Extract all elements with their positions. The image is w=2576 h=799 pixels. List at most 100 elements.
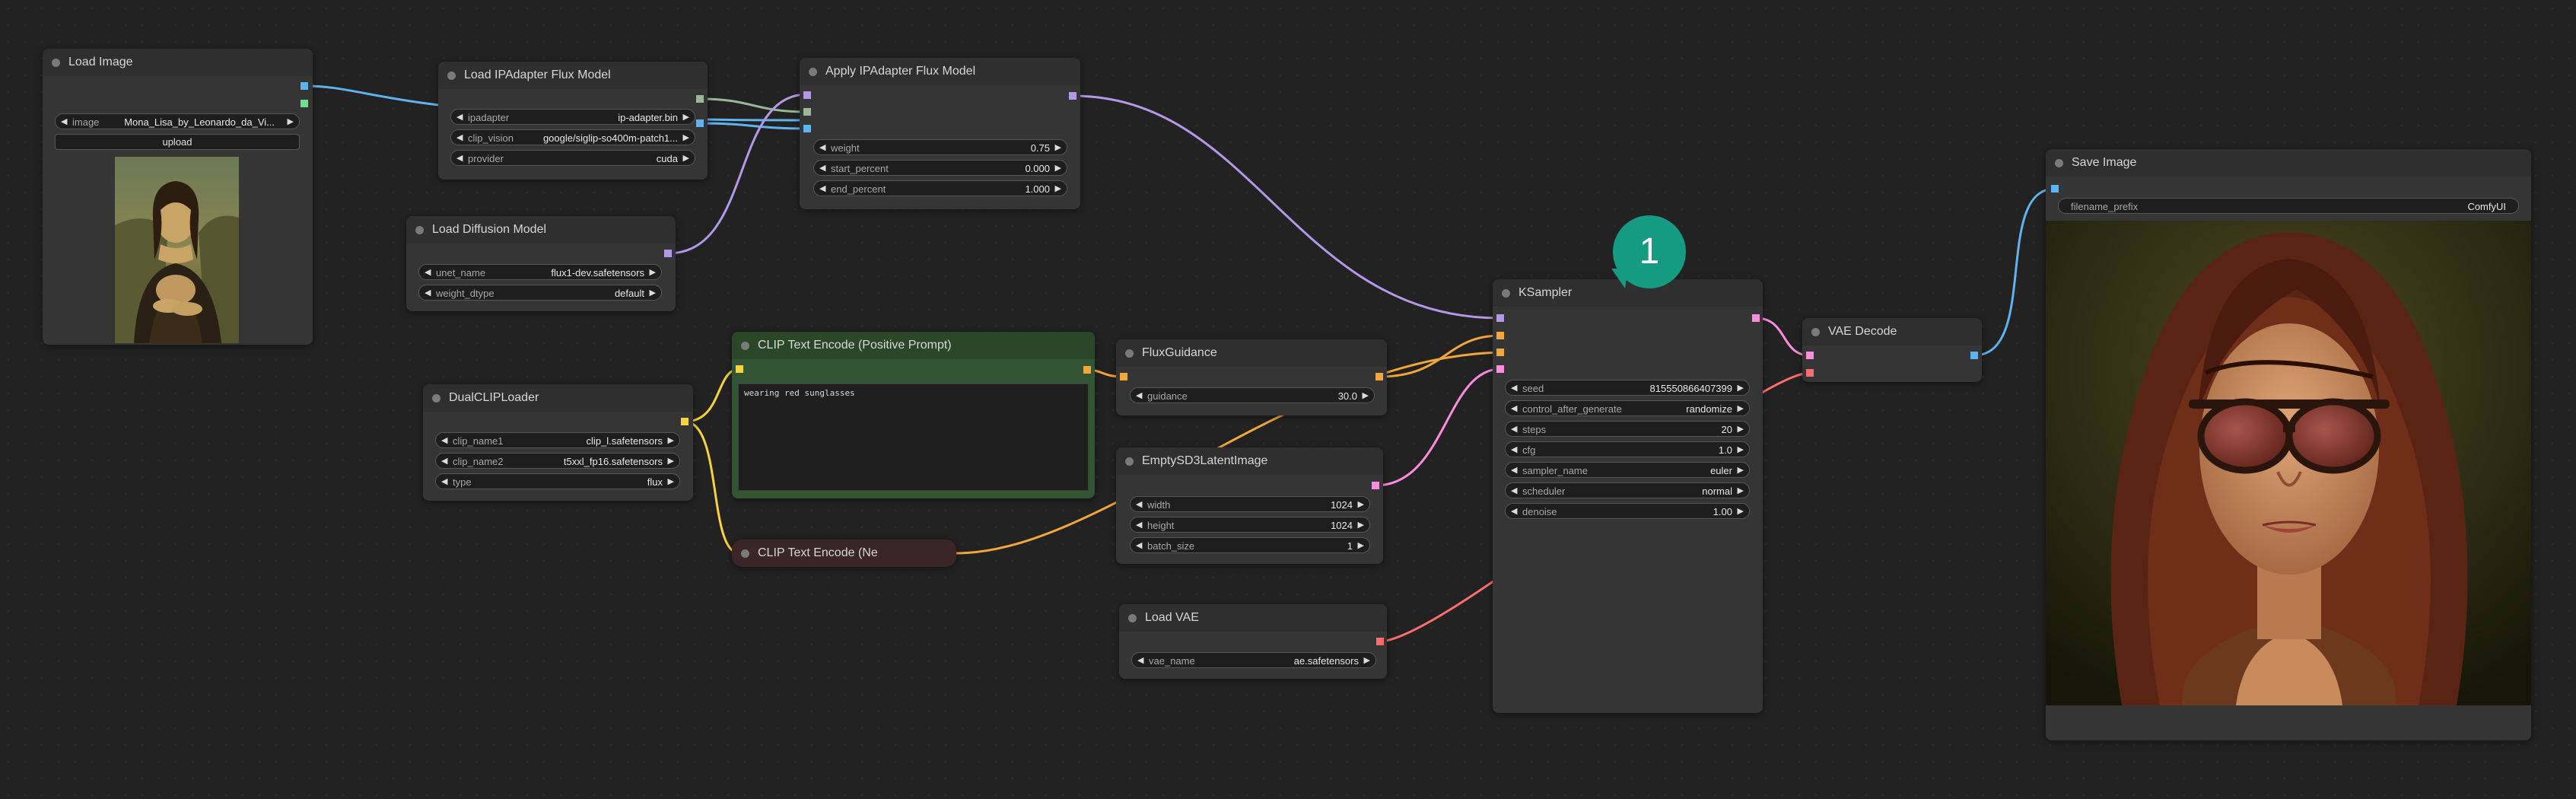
- left-arrow-icon[interactable]: ◀: [1136, 538, 1142, 554]
- collapse-dot-icon[interactable]: [741, 342, 749, 350]
- left-arrow-icon[interactable]: ◀: [1511, 483, 1517, 499]
- right-arrow-icon[interactable]: ▶: [650, 285, 656, 301]
- widget-denoise[interactable]: ◀ denoise 1.00 ▶: [1505, 503, 1750, 519]
- right-arrow-icon[interactable]: ▶: [1358, 538, 1364, 554]
- output-slot-conditioning[interactable]: [1375, 373, 1383, 380]
- right-arrow-icon[interactable]: ▶: [288, 114, 294, 130]
- node-load-vae[interactable]: Load VAE ◀ vae_name ae.safetensors ▶: [1119, 604, 1387, 679]
- left-arrow-icon[interactable]: ◀: [441, 433, 447, 449]
- left-arrow-icon[interactable]: ◀: [1511, 380, 1517, 396]
- node-empty-sd3-latent-image[interactable]: EmptySD3LatentImage ◀ width 1024 ▶ ◀ hei…: [1116, 447, 1383, 564]
- left-arrow-icon[interactable]: ◀: [819, 161, 825, 177]
- left-arrow-icon[interactable]: ◀: [456, 110, 463, 126]
- widget-end-percent[interactable]: ◀ end_percent 1.000 ▶: [813, 180, 1067, 196]
- collapse-dot-icon[interactable]: [809, 68, 817, 76]
- left-arrow-icon[interactable]: ◀: [1136, 497, 1142, 513]
- widget-seed[interactable]: ◀ seed 815550866407399 ▶: [1505, 380, 1750, 396]
- output-slot-clip-vision[interactable]: [696, 119, 704, 127]
- node-dual-clip-loader[interactable]: DualCLIPLoader ◀ clip_name1 clip_l.safet…: [423, 384, 693, 501]
- output-slot-image[interactable]: [301, 82, 308, 90]
- right-arrow-icon[interactable]: ▶: [650, 265, 656, 281]
- left-arrow-icon[interactable]: ◀: [1511, 401, 1517, 417]
- left-arrow-icon[interactable]: ◀: [425, 285, 431, 301]
- output-slot-clip[interactable]: [681, 418, 689, 425]
- widget-clip-name1[interactable]: ◀ clip_name1 clip_l.safetensors ▶: [435, 432, 680, 448]
- widget-width[interactable]: ◀ width 1024 ▶: [1130, 496, 1370, 512]
- node-load-image[interactable]: Load Image ◀ image Mona_Lisa_by_Leonardo…: [43, 49, 313, 345]
- collapse-dot-icon[interactable]: [432, 394, 440, 403]
- left-arrow-icon[interactable]: ◀: [819, 181, 825, 197]
- collapse-dot-icon[interactable]: [1128, 614, 1137, 622]
- right-arrow-icon[interactable]: ▶: [1055, 140, 1061, 156]
- collapse-dot-icon[interactable]: [1811, 328, 1820, 336]
- right-arrow-icon[interactable]: ▶: [683, 110, 689, 126]
- widget-batch-size[interactable]: ◀ batch_size 1 ▶: [1130, 537, 1370, 553]
- output-slot-image[interactable]: [1970, 352, 1978, 359]
- input-slot-positive[interactable]: [1496, 332, 1504, 339]
- right-arrow-icon[interactable]: ▶: [668, 454, 674, 470]
- notification-badge[interactable]: 1: [1613, 215, 1686, 288]
- left-arrow-icon[interactable]: ◀: [1511, 422, 1517, 438]
- input-slot-latent[interactable]: [1496, 365, 1504, 373]
- right-arrow-icon[interactable]: ▶: [1738, 401, 1744, 417]
- widget-vae-name[interactable]: ◀ vae_name ae.safetensors ▶: [1131, 652, 1376, 668]
- collapse-dot-icon[interactable]: [52, 59, 60, 67]
- left-arrow-icon[interactable]: ◀: [441, 474, 447, 490]
- prompt-textarea[interactable]: wearing red sunglasses: [738, 384, 1089, 491]
- widget-ipadapter[interactable]: ◀ ipadapter ip-adapter.bin ▶: [450, 109, 695, 125]
- left-arrow-icon[interactable]: ◀: [1511, 463, 1517, 479]
- right-arrow-icon[interactable]: ▶: [683, 130, 689, 146]
- output-slot-conditioning[interactable]: [1083, 366, 1091, 374]
- right-arrow-icon[interactable]: ▶: [1055, 161, 1061, 177]
- widget-type[interactable]: ◀ type flux ▶: [435, 473, 680, 489]
- collapse-dot-icon[interactable]: [447, 72, 456, 80]
- node-load-diffusion-model[interactable]: Load Diffusion Model ◀ unet_name flux1-d…: [406, 216, 676, 311]
- widget-cfg[interactable]: ◀ cfg 1.0 ▶: [1505, 441, 1750, 457]
- node-vae-decode[interactable]: VAE Decode: [1802, 318, 1982, 382]
- left-arrow-icon[interactable]: ◀: [1136, 388, 1142, 404]
- right-arrow-icon[interactable]: ▶: [683, 151, 689, 167]
- widget-height[interactable]: ◀ height 1024 ▶: [1130, 517, 1370, 533]
- input-slot-samples[interactable]: [1806, 352, 1814, 359]
- widget-provider[interactable]: ◀ provider cuda ▶: [450, 150, 695, 166]
- node-save-image[interactable]: Save Image filename_prefix ComfyUI: [2046, 149, 2531, 740]
- node-load-ipadapter[interactable]: Load IPAdapter Flux Model ◀ ipadapter ip…: [438, 62, 708, 180]
- widget-control-after-generate[interactable]: ◀ control_after_generate randomize ▶: [1505, 400, 1750, 416]
- widget-scheduler[interactable]: ◀ scheduler normal ▶: [1505, 482, 1750, 498]
- input-slot-negative[interactable]: [1496, 349, 1504, 356]
- node-clip-text-encode-negative[interactable]: CLIP Text Encode (Ne: [732, 540, 956, 567]
- input-slot-images[interactable]: [2051, 185, 2059, 193]
- output-slot-ipadapter[interactable]: [696, 95, 704, 103]
- node-flux-guidance[interactable]: FluxGuidance ◀ guidance 30.0 ▶: [1116, 339, 1387, 415]
- node-clip-text-encode-positive[interactable]: CLIP Text Encode (Positive Prompt) weari…: [732, 332, 1095, 498]
- widget-guidance[interactable]: ◀ guidance 30.0 ▶: [1130, 387, 1375, 403]
- collapse-dot-icon[interactable]: [1502, 289, 1510, 298]
- right-arrow-icon[interactable]: ▶: [668, 433, 674, 449]
- right-arrow-icon[interactable]: ▶: [1738, 442, 1744, 458]
- right-arrow-icon[interactable]: ▶: [1738, 422, 1744, 438]
- input-slot-clip[interactable]: [736, 365, 743, 373]
- right-arrow-icon[interactable]: ▶: [1738, 463, 1744, 479]
- right-arrow-icon[interactable]: ▶: [1738, 380, 1744, 396]
- output-slot-latent[interactable]: [1372, 482, 1379, 489]
- right-arrow-icon[interactable]: ▶: [1055, 181, 1061, 197]
- right-arrow-icon[interactable]: ▶: [1738, 483, 1744, 499]
- left-arrow-icon[interactable]: ◀: [1511, 504, 1517, 520]
- output-slot-latent[interactable]: [1752, 314, 1760, 322]
- left-arrow-icon[interactable]: ◀: [456, 151, 463, 167]
- input-slot-vae[interactable]: [1806, 369, 1814, 377]
- widget-clip-name2[interactable]: ◀ clip_name2 t5xxl_fp16.safetensors ▶: [435, 453, 680, 469]
- output-slot-model[interactable]: [1069, 92, 1077, 100]
- collapse-dot-icon[interactable]: [2055, 159, 2063, 167]
- widget-steps[interactable]: ◀ steps 20 ▶: [1505, 421, 1750, 437]
- left-arrow-icon[interactable]: ◀: [819, 140, 825, 156]
- left-arrow-icon[interactable]: ◀: [425, 265, 431, 281]
- widget-start-percent[interactable]: ◀ start_percent 0.000 ▶: [813, 160, 1067, 176]
- upload-button[interactable]: upload: [55, 134, 300, 150]
- left-arrow-icon[interactable]: ◀: [1137, 653, 1143, 669]
- left-arrow-icon[interactable]: ◀: [1136, 517, 1142, 533]
- widget-weight[interactable]: ◀ weight 0.75 ▶: [813, 139, 1067, 155]
- input-slot-image[interactable]: [803, 125, 811, 132]
- output-slot-mask[interactable]: [301, 100, 308, 107]
- collapse-dot-icon[interactable]: [415, 226, 424, 234]
